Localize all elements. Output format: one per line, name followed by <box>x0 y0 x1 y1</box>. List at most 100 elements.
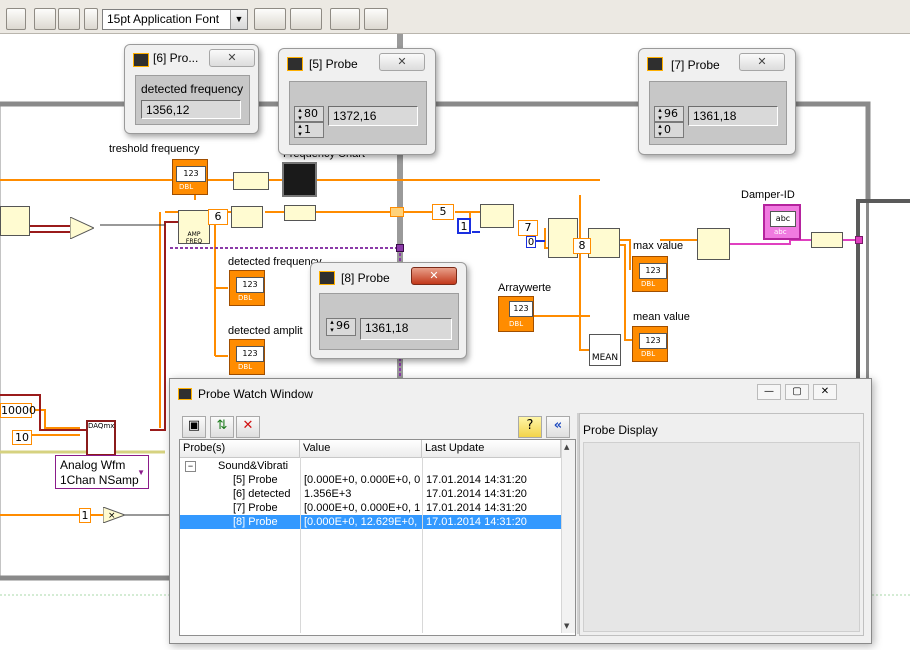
retain-values-button[interactable]: ⇅ <box>210 416 234 438</box>
arraywerte-indicator[interactable]: 123 DBL <box>498 296 534 332</box>
window-title: Probe Watch Window <box>198 387 313 401</box>
align-button[interactable] <box>34 8 56 30</box>
concatenate-node[interactable] <box>811 232 843 248</box>
bundle-node[interactable] <box>233 172 269 190</box>
dbl-label: DBL <box>509 320 524 328</box>
label-mean-value: mean value <box>633 311 690 323</box>
maximize-button[interactable]: ▢ <box>785 384 809 400</box>
probe-marker[interactable] <box>390 207 404 217</box>
format-into-string-node[interactable] <box>697 228 730 260</box>
text-settings-icon[interactable] <box>84 8 98 30</box>
probe-panel: detected frequency 1356,12 <box>135 75 250 125</box>
column-header-value[interactable]: Value <box>300 440 422 457</box>
array-max-min-node[interactable] <box>588 228 620 258</box>
numeric-display: 123 <box>639 333 667 349</box>
close-button[interactable]: ✕ <box>209 49 255 67</box>
probe-name: [5] Probe <box>233 474 278 486</box>
constant-6[interactable]: 6 <box>208 209 228 225</box>
constant-1[interactable]: 1 <box>79 508 91 523</box>
frequency-chart-terminal[interactable] <box>282 162 317 197</box>
collapse-icon[interactable]: − <box>185 461 196 472</box>
close-button[interactable]: ✕ <box>411 267 457 285</box>
font-selector[interactable]: 15pt Application Font ▼ <box>102 9 248 30</box>
numeric-display: 123 <box>639 263 667 279</box>
column-divider <box>300 457 301 633</box>
damper-id-control[interactable]: abc abc <box>763 204 801 240</box>
probe-window-7[interactable]: [7] Probe ✕ 96 0 1361,18 <box>638 48 796 155</box>
constant-7[interactable]: 7 <box>518 220 538 236</box>
constant-1-blue[interactable]: 1 <box>457 218 471 234</box>
table-row[interactable]: [6] detected 1.356E+3 17.01.2014 14:31:2… <box>180 487 561 501</box>
detected-amplitude-indicator[interactable]: 123 DBL <box>229 339 265 375</box>
constant-10[interactable]: 10 <box>12 430 32 445</box>
dark-red-wires <box>0 221 180 431</box>
run-continuous-button[interactable] <box>6 8 26 30</box>
build-array-node[interactable] <box>231 206 263 228</box>
delete-probe-button[interactable]: ✕ <box>236 416 260 438</box>
probe-list[interactable]: Probe(s) Value Last Update − Sound&Vibra… <box>179 439 576 636</box>
max-value-indicator[interactable]: 123 DBL <box>632 256 668 292</box>
selector-line-2: 1Chan NSamp <box>60 473 139 487</box>
amp-freq-node[interactable]: AMP FREQ <box>178 210 210 245</box>
table-row-selected[interactable]: [8] Probe [0.000E+0, 12.629E+0, 17.01.20… <box>180 515 561 529</box>
new-probe-button[interactable]: ▣ <box>182 416 206 438</box>
distribute-objects-button[interactable] <box>290 8 322 30</box>
probe-name: [7] Probe <box>233 502 278 514</box>
daq-task-node[interactable] <box>0 206 30 236</box>
scroll-up-icon[interactable]: ▲ <box>564 443 569 451</box>
probe-window-6[interactable]: [6] Pro... ✕ detected frequency 1356,12 <box>124 44 259 134</box>
probe-name: [6] detected <box>233 488 291 500</box>
column-header-last-update[interactable]: Last Update <box>422 440 561 457</box>
array-index-1[interactable]: 96 <box>326 318 356 336</box>
mean-function-node[interactable]: MEAN <box>589 334 621 366</box>
probe-value: [0.000E+0, 0.000E+0, 0 <box>304 474 421 486</box>
multiply-node[interactable] <box>69 216 96 240</box>
probe-display-area[interactable] <box>583 442 860 632</box>
scroll-down-icon[interactable]: ▼ <box>564 622 569 630</box>
close-button[interactable]: ✕ <box>813 384 837 400</box>
multiply-node-2[interactable]: × <box>102 506 127 524</box>
mean-value-indicator[interactable]: 123 DBL <box>632 326 668 362</box>
probe-panel: 96 0 1361,18 <box>649 81 787 145</box>
align-objects-button[interactable] <box>254 8 286 30</box>
constant-8[interactable]: 8 <box>573 238 591 254</box>
close-button[interactable]: ✕ <box>379 53 425 71</box>
index-array-node[interactable] <box>284 205 316 221</box>
probe-window-5[interactable]: [5] Probe ✕ 80 1 1372,16 <box>278 48 436 155</box>
distribute-button[interactable] <box>58 8 80 30</box>
cleanup-diagram-button[interactable] <box>364 8 388 30</box>
array-index-2[interactable]: 0 <box>654 122 684 138</box>
numeric-display: 123 <box>176 166 206 182</box>
table-row[interactable]: [5] Probe [0.000E+0, 0.000E+0, 0 17.01.2… <box>180 473 561 487</box>
probe-window-8[interactable]: [8] Probe ✕ 96 1361,18 <box>310 262 467 359</box>
probe-value: 1361,18 <box>688 106 778 126</box>
array-index-2[interactable]: 1 <box>294 122 324 138</box>
minimize-button[interactable]: — <box>757 384 781 400</box>
probe-time: 17.01.2014 14:31:20 <box>426 516 527 528</box>
label-max-value: max value <box>633 240 684 252</box>
daqmx-read-node[interactable]: DAQmx <box>86 420 116 456</box>
tree-group-row[interactable]: − Sound&Vibrati <box>180 459 561 473</box>
probe-watch-window[interactable]: Probe Watch Window — ▢ ✕ ▣ ⇅ ✕ ? « Probe… <box>169 378 872 644</box>
constant-0[interactable]: 0 <box>526 236 536 248</box>
vertical-scrollbar[interactable]: ▲ ▼ <box>561 440 575 633</box>
probe-time: 17.01.2014 14:31:20 <box>426 474 527 486</box>
probe-list-header: Probe(s) Value Last Update <box>180 440 561 458</box>
threshold-frequency-control[interactable]: 123 DBL <box>172 159 208 195</box>
array-index-1[interactable]: 80 <box>294 106 324 122</box>
detected-frequency-indicator[interactable]: 123 DBL <box>229 270 265 306</box>
table-row[interactable]: [7] Probe [0.000E+0, 0.000E+0, 1 17.01.2… <box>180 501 561 515</box>
polymorphic-selector[interactable]: Analog Wfm 1Chan NSamp ▼ <box>55 455 149 489</box>
reorder-button[interactable] <box>330 8 360 30</box>
close-button[interactable]: ✕ <box>739 53 785 71</box>
column-header-probes[interactable]: Probe(s) <box>180 440 300 457</box>
array-subset-node[interactable] <box>480 204 514 228</box>
constant-5[interactable]: 5 <box>432 204 454 220</box>
probe-title: [7] Probe <box>671 58 720 72</box>
constant-10000[interactable]: 10000 <box>0 403 36 418</box>
help-button[interactable]: ? <box>518 416 542 438</box>
array-index-1[interactable]: 96 <box>654 106 684 122</box>
collapse-panel-button[interactable]: « <box>546 416 570 438</box>
probe-display-panel: Probe Display <box>579 413 864 636</box>
probe-time: 17.01.2014 14:31:20 <box>426 488 527 500</box>
